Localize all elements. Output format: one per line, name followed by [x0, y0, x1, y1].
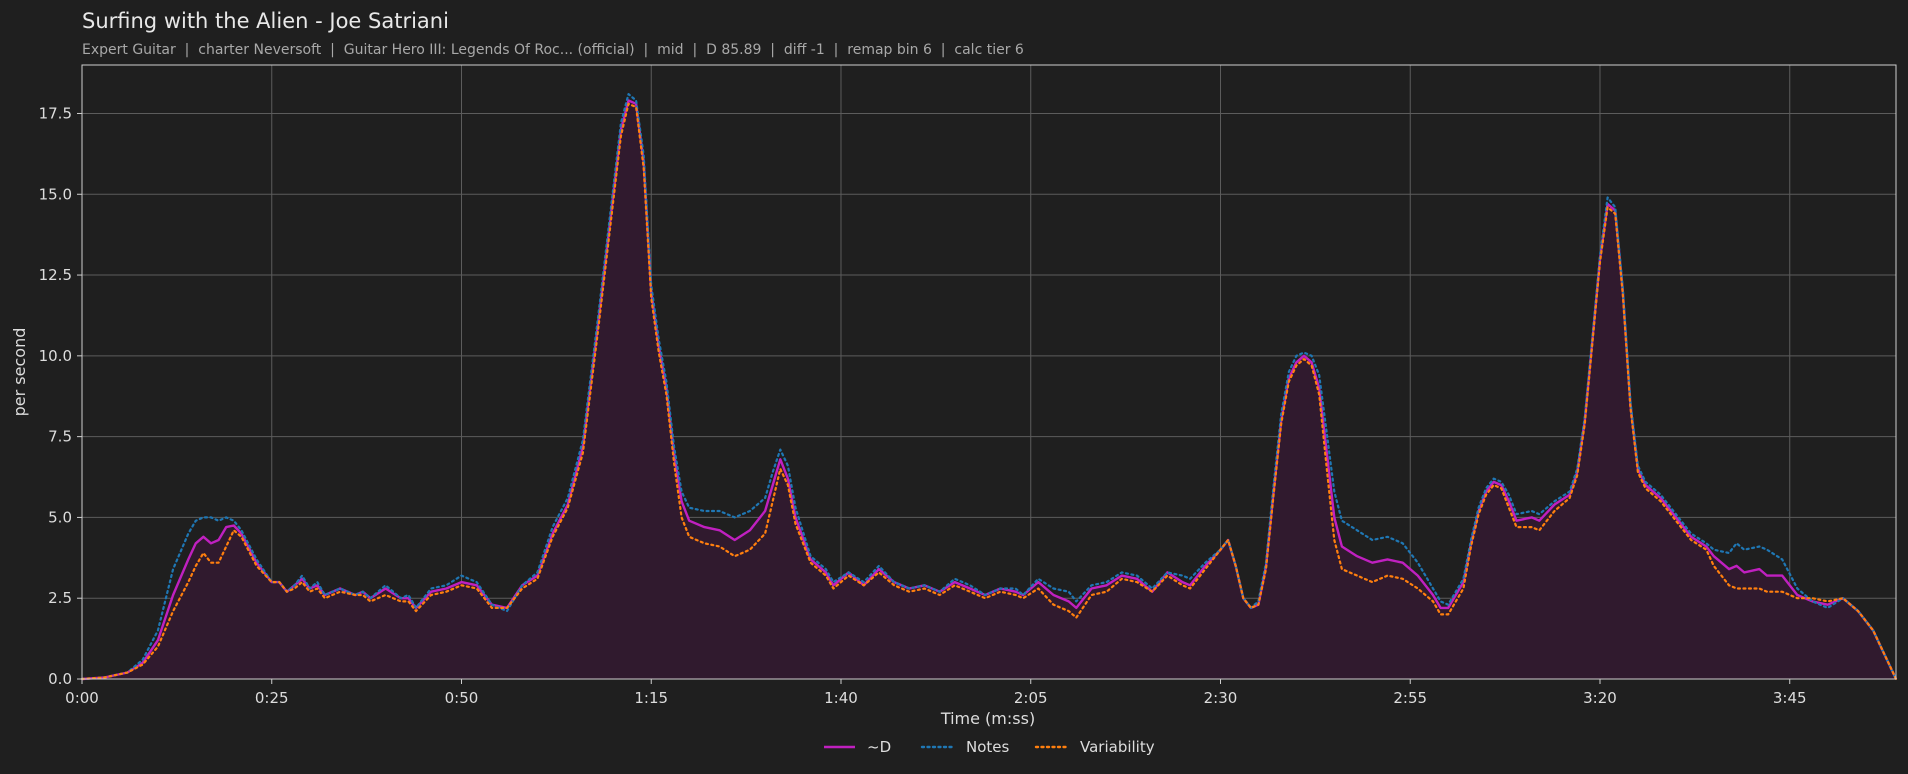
y-tick-label: 5.0 [48, 508, 72, 526]
x-axis-label: Time (m:ss) [940, 709, 1035, 728]
legend-label: Variability [1080, 738, 1155, 756]
x-tick-label: 2:55 [1393, 689, 1427, 707]
x-tick-label: 3:45 [1773, 689, 1807, 707]
chart-title: Surfing with the Alien - Joe Satriani [82, 9, 449, 33]
y-tick-label: 0.0 [48, 670, 72, 688]
legend-label: Notes [966, 738, 1010, 756]
chart-canvas: Surfing with the Alien - Joe Satriani Ex… [0, 0, 1908, 774]
y-tick-label: 15.0 [39, 185, 72, 203]
x-tick-label: 2:05 [1014, 689, 1048, 707]
x-tick-label: 1:15 [634, 689, 668, 707]
x-tick-label: 1:40 [824, 689, 858, 707]
y-tick-label: 17.5 [39, 104, 72, 122]
x-tick-label: 0:00 [65, 689, 99, 707]
y-tick-label: 2.5 [48, 589, 72, 607]
y-tick-label: 12.5 [39, 266, 72, 284]
x-tick-label: 3:20 [1583, 689, 1617, 707]
x-tick-label: 0:50 [445, 689, 479, 707]
x-tick-label: 2:30 [1204, 689, 1238, 707]
y-tick-label: 10.0 [39, 347, 72, 365]
x-tick-label: 0:25 [255, 689, 289, 707]
legend-label: ~D [867, 738, 891, 756]
y-axis-label: per second [10, 328, 29, 417]
y-tick-label: 7.5 [48, 428, 72, 446]
legend: ~D Notes Variability [824, 738, 1155, 756]
chart-subtitle: Expert Guitar | charter Neversoft | Guit… [82, 42, 1024, 58]
